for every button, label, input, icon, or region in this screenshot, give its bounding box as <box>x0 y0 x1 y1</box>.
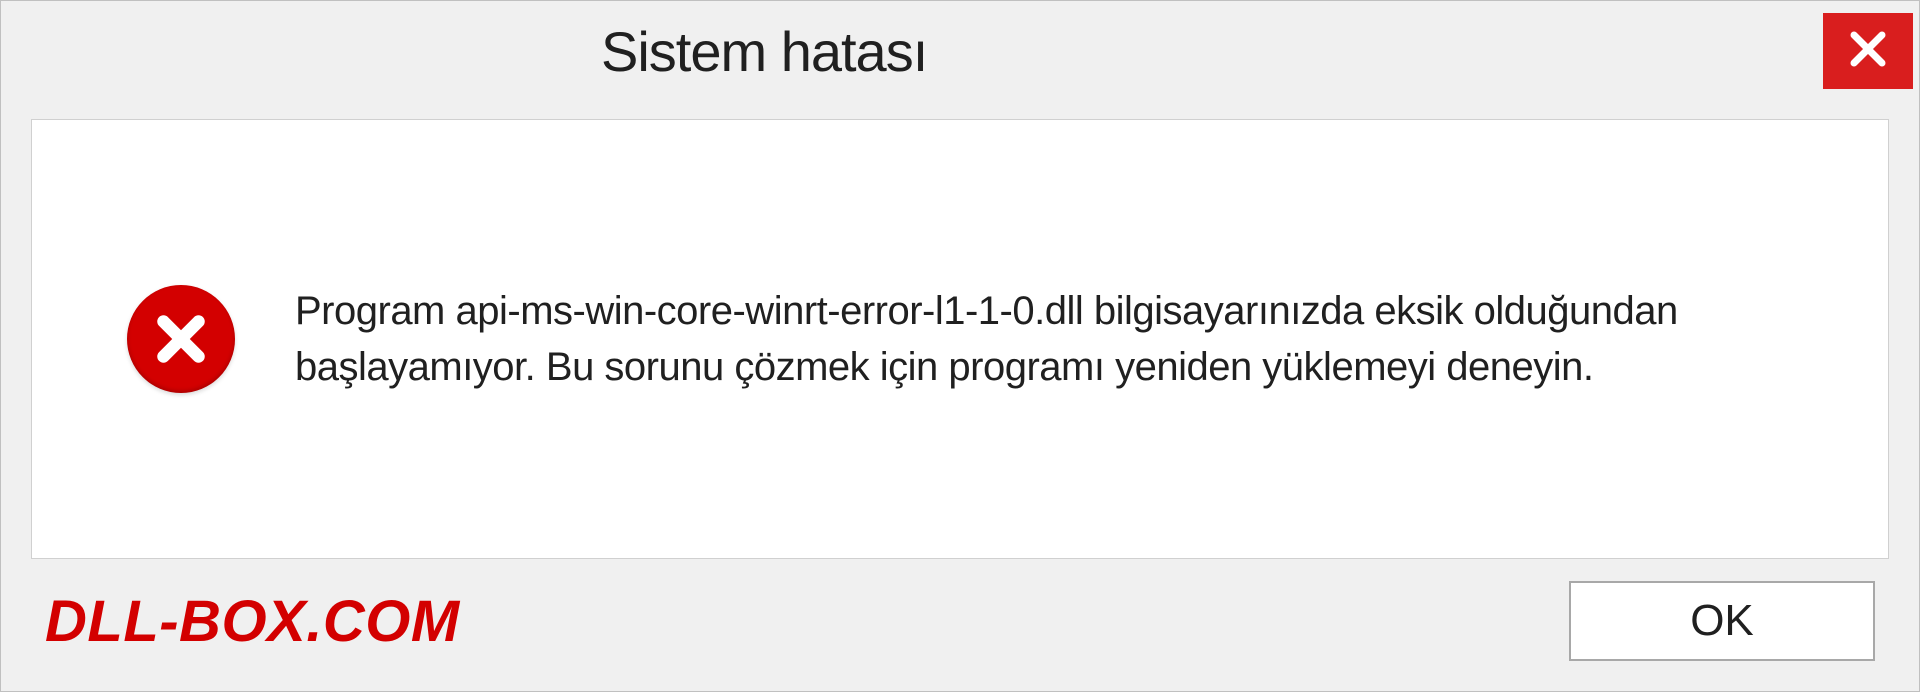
dialog-footer: DLL-BOX.COM OK <box>1 559 1919 691</box>
dialog-title: Sistem hatası <box>1 19 927 84</box>
error-dialog: Sistem hatası Program api-ms-win-core-wi… <box>0 0 1920 692</box>
content-area: Program api-ms-win-core-winrt-error-l1-1… <box>31 119 1889 559</box>
error-message: Program api-ms-win-core-winrt-error-l1-1… <box>295 283 1785 395</box>
ok-button[interactable]: OK <box>1569 581 1875 661</box>
title-bar: Sistem hatası <box>1 1 1919 101</box>
error-icon <box>127 285 235 393</box>
close-icon <box>1847 28 1889 75</box>
watermark-text: DLL-BOX.COM <box>45 588 460 655</box>
close-button[interactable] <box>1823 13 1913 89</box>
ok-button-label: OK <box>1690 596 1754 646</box>
